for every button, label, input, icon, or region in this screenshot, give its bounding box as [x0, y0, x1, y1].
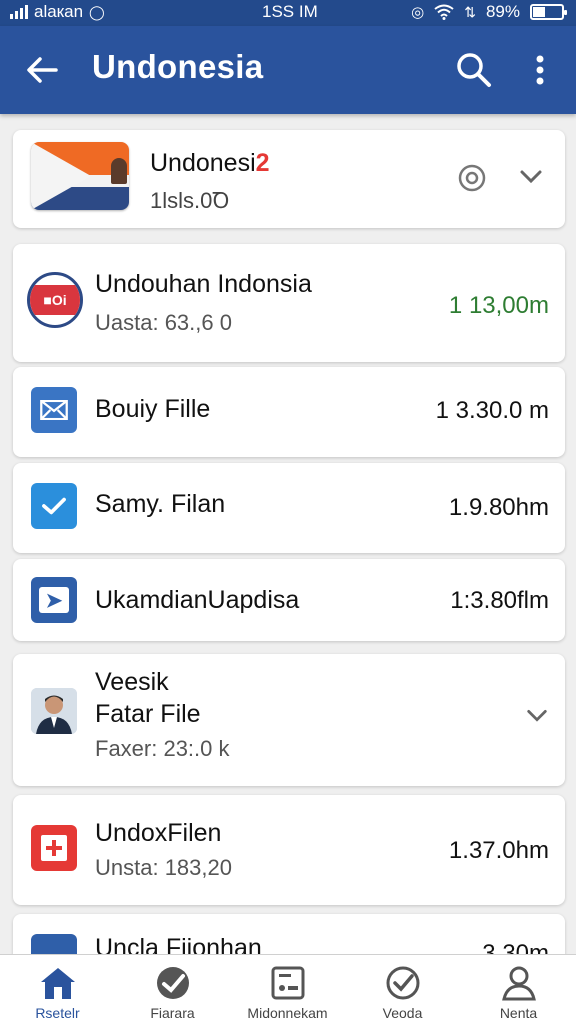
app-bar: Undonesia: [0, 26, 576, 114]
link-icon: ◯: [89, 3, 105, 20]
row-title-line2: Fatar File: [95, 700, 201, 728]
row-title: UkamdianUapdisa: [95, 586, 300, 614]
battery-percent: 89%: [485, 2, 520, 21]
person-icon: [501, 966, 536, 1001]
nav-label: Midonnekam: [247, 1005, 328, 1021]
row-subtitle: Faxer: 23:.0 k: [95, 736, 230, 761]
row-title-line1: Veesik: [95, 668, 169, 696]
nav-item-veoda[interactable]: Veoda: [345, 955, 460, 1024]
flag-thumbnail: [31, 142, 129, 210]
check-circle-icon: [386, 966, 419, 1000]
wifi-icon: [434, 4, 454, 20]
nav-label: Rsetelr: [35, 1005, 80, 1021]
clock: 1SS IM: [262, 2, 318, 21]
list-item[interactable]: Veesik Fatar File Faxer: 23:.0 k: [13, 654, 565, 786]
row-size: 1.37.0hm: [448, 837, 549, 864]
row-size: 1.9.80hm: [448, 494, 549, 521]
nav-item-home[interactable]: Rsetelr: [0, 955, 115, 1024]
search-icon[interactable]: [454, 50, 494, 90]
nav-item-fiarara[interactable]: Fiarara: [115, 955, 230, 1024]
plane-icon: ➤: [31, 577, 77, 623]
data-icon: ⇅: [464, 3, 476, 20]
chevron-down-icon[interactable]: [518, 164, 544, 190]
more-options-icon[interactable]: [522, 50, 558, 90]
carrier-label: alaкan: [34, 2, 84, 21]
bottom-nav: Rsetelr Fiarara Midonnekam Veoda Nenta: [0, 954, 576, 1024]
list-item[interactable]: Samy. Filan 1.9.80hm: [13, 463, 565, 553]
card-icon: [271, 966, 304, 1000]
signal-icon: [10, 5, 28, 19]
nav-item-nenta[interactable]: Nenta: [461, 955, 576, 1024]
mail-icon: [31, 387, 77, 433]
row-subtitle: Unsta: 183,20: [95, 855, 232, 880]
battery-icon: [530, 4, 567, 20]
check-badge-icon: [156, 967, 189, 999]
header-badge: 2: [255, 149, 270, 177]
nav-label: Fiarara: [150, 1005, 195, 1021]
alarm-icon: ◎: [411, 4, 425, 21]
list-item[interactable]: Bouiy Fille 1 3.30.0 m: [13, 367, 565, 457]
home-icon: [40, 968, 75, 999]
back-arrow-icon[interactable]: [22, 50, 62, 90]
row-title: UndoxFilen: [95, 819, 222, 847]
row-subtitle: Uasta: 63.,6 0: [95, 310, 232, 335]
list-item[interactable]: UndoxFilen Unsta: 183,20 1.37.0hm: [13, 795, 565, 905]
target-icon[interactable]: [457, 163, 487, 193]
list-item[interactable]: ■Oi Undouhan Indonsia Uasta: 63.,6 0 1 1…: [13, 244, 565, 362]
badge-logo-icon: ■Oi: [27, 272, 83, 328]
nav-label: Veoda: [382, 1005, 423, 1021]
avatar: [31, 688, 77, 734]
page-title: Undonesia: [92, 48, 264, 85]
header-subtitle: 1lsls.0Ꝺ: [150, 188, 230, 213]
chevron-down-icon[interactable]: [525, 704, 549, 728]
nav-item-midonnekam[interactable]: Midonnekam: [230, 955, 345, 1024]
status-bar: alaкan ◯ 1SS IM ◎ ⇅ 89%: [0, 0, 576, 26]
row-title: Bouiy Fille: [95, 395, 211, 423]
row-size: 1:3.80flm: [450, 587, 549, 614]
row-size: 1 13,00m: [448, 292, 549, 319]
file-add-icon: [31, 825, 77, 871]
list-item[interactable]: ➤ UkamdianUapdisa 1:3.80flm: [13, 559, 565, 641]
nav-label: Nenta: [499, 1005, 538, 1021]
row-title: Samy. Filan: [95, 490, 226, 518]
header-title: Undonesi2: [150, 149, 270, 177]
header-card[interactable]: Undonesi2 1lsls.0Ꝺ: [13, 130, 565, 228]
check-app-icon: [31, 483, 77, 529]
row-size: 1 3.30.0 m: [435, 397, 549, 424]
row-title: Undouhan Indonsia: [95, 270, 312, 298]
